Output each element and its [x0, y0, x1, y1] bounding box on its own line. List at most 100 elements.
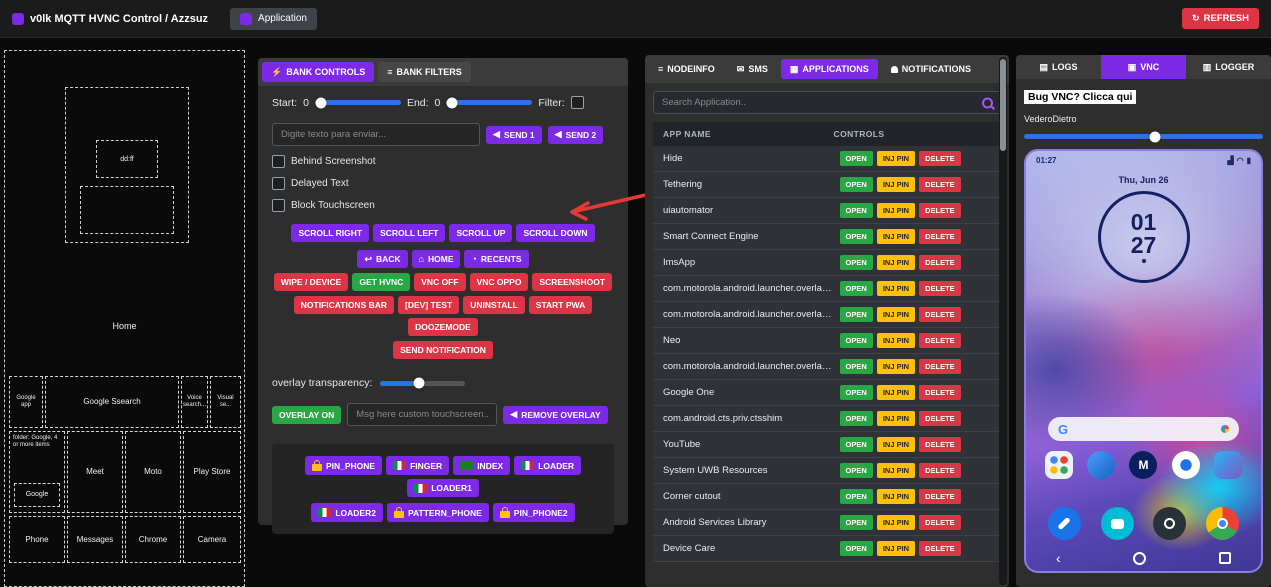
wf-sub-box[interactable]: [80, 186, 174, 234]
inj-pin-button[interactable]: INJ PIN: [876, 307, 916, 322]
vnc-off-button[interactable]: VNC OFF: [414, 273, 466, 291]
open-button[interactable]: OPEN: [839, 151, 873, 166]
wf-folder-inner-google[interactable]: Google: [14, 483, 60, 507]
delete-button[interactable]: DELETE: [919, 541, 961, 556]
search-icon[interactable]: [982, 97, 993, 108]
inj-pin-button[interactable]: INJ PIN: [876, 281, 916, 296]
inj-pin-button[interactable]: INJ PIN: [876, 489, 916, 504]
wf-app-moto[interactable]: Moto: [125, 431, 181, 513]
loader1-button[interactable]: LOADER1: [407, 479, 479, 497]
phone-google-search-pill[interactable]: G: [1048, 417, 1239, 441]
wf-clock-box[interactable]: dd:ff: [96, 140, 158, 178]
tab-bank-controls[interactable]: ⚡ BANK CONTROLS: [262, 62, 375, 82]
chrome-app-icon[interactable]: [1206, 507, 1240, 540]
delete-button[interactable]: DELETE: [919, 281, 961, 296]
delete-button[interactable]: DELETE: [919, 255, 961, 270]
scroll-up-button[interactable]: SCROLL UP: [449, 224, 513, 242]
tab-logger[interactable]: ▥ LOGGER: [1186, 55, 1271, 79]
delete-button[interactable]: DELETE: [919, 151, 961, 166]
open-button[interactable]: OPEN: [839, 515, 873, 530]
tab-sms[interactable]: ✉ SMS: [728, 59, 777, 79]
delete-button[interactable]: DELETE: [919, 203, 961, 218]
overlay-on-button[interactable]: OVERLAY ON: [272, 405, 342, 424]
screenshoot-button[interactable]: SCREENSHOOT: [532, 273, 613, 291]
tab-vnc[interactable]: ▣ VNC: [1101, 55, 1186, 79]
get-hvnc-button[interactable]: GET HVNC: [352, 273, 411, 291]
dev-test-button[interactable]: [DEV] TEST: [398, 296, 460, 314]
inj-pin-button[interactable]: INJ PIN: [876, 463, 916, 478]
open-button[interactable]: OPEN: [839, 411, 873, 426]
mic-icon[interactable]: [1221, 425, 1229, 433]
delete-button[interactable]: DELETE: [919, 307, 961, 322]
tab-notifications[interactable]: NOTIFICATIONS: [882, 59, 980, 79]
delete-button[interactable]: DELETE: [919, 333, 961, 348]
google-folder-icon[interactable]: [1045, 451, 1074, 479]
loader-button[interactable]: LOADER: [514, 456, 582, 475]
moto-app-icon[interactable]: M: [1129, 451, 1158, 479]
wf-google-search[interactable]: Google Ssearch: [45, 376, 179, 428]
open-button[interactable]: OPEN: [839, 203, 873, 218]
inj-pin-button[interactable]: INJ PIN: [876, 229, 916, 244]
phone-app-icon[interactable]: [1047, 507, 1081, 540]
open-button[interactable]: OPEN: [839, 463, 873, 478]
send-text-input[interactable]: [272, 123, 480, 146]
bug-vnc-link[interactable]: Bug VNC? Clicca qui: [1024, 90, 1137, 104]
open-button[interactable]: OPEN: [839, 437, 873, 452]
inj-pin-button[interactable]: INJ PIN: [876, 541, 916, 556]
inj-pin-button[interactable]: INJ PIN: [876, 203, 916, 218]
wf-visual-search[interactable]: Visual se...: [210, 376, 241, 428]
start-slider[interactable]: [314, 97, 401, 108]
delete-button[interactable]: DELETE: [919, 489, 961, 504]
index-button[interactable]: INDEX: [453, 456, 511, 475]
inj-pin-button[interactable]: INJ PIN: [876, 255, 916, 270]
filter-checkbox[interactable]: [570, 96, 584, 109]
open-button[interactable]: OPEN: [839, 281, 873, 296]
android-home-button[interactable]: [1133, 551, 1147, 565]
end-slider[interactable]: [446, 97, 533, 108]
remove-overlay-button[interactable]: ◀ REMOVE OVERLAY: [503, 405, 608, 424]
delete-button[interactable]: DELETE: [919, 229, 961, 244]
delete-button[interactable]: DELETE: [919, 177, 961, 192]
send2-button[interactable]: ◀ SEND 2: [547, 125, 604, 144]
behind-screenshot-checkbox[interactable]: [272, 155, 285, 168]
inj-pin-button[interactable]: INJ PIN: [876, 385, 916, 400]
block-touchscreen-checkbox[interactable]: [272, 199, 285, 212]
start-pwa-button[interactable]: START PWA: [528, 296, 593, 314]
apps-scrollbar[interactable]: [999, 57, 1007, 585]
wf-folder-google[interactable]: folder: Google, 4 or more items Google: [9, 431, 65, 513]
messages-app-icon[interactable]: [1100, 507, 1134, 540]
doozemode-button[interactable]: DOOZEMODE: [408, 318, 478, 336]
wf-google-app[interactable]: Google app: [9, 376, 43, 428]
wipe-device-button[interactable]: WIPE / DEVICE: [273, 273, 349, 291]
pin-phone-button[interactable]: PIN_PHONE: [304, 456, 383, 475]
wf-dock-phone[interactable]: Phone: [9, 516, 65, 563]
pattern-phone-button[interactable]: PATTERN_PHONE: [386, 503, 489, 522]
open-button[interactable]: OPEN: [839, 489, 873, 504]
white-app-icon[interactable]: [1171, 451, 1200, 479]
blue-app-icon[interactable]: [1087, 451, 1116, 479]
open-button[interactable]: OPEN: [839, 255, 873, 270]
camera-app-icon[interactable]: [1153, 507, 1187, 540]
tab-nodeinfo[interactable]: ≡ NODEINFO: [649, 59, 724, 79]
wf-dock-messages[interactable]: Messages: [67, 516, 123, 563]
send1-button[interactable]: ◀ SEND 1: [486, 125, 542, 144]
scroll-down-button[interactable]: SCROLL DOWN: [516, 224, 595, 242]
inj-pin-button[interactable]: INJ PIN: [876, 437, 916, 452]
inj-pin-button[interactable]: INJ PIN: [876, 515, 916, 530]
notifications-bar-button[interactable]: NOTIFICATIONS BAR: [293, 296, 395, 314]
wf-dock-chrome[interactable]: Chrome: [125, 516, 181, 563]
wf-app-play-store[interactable]: Play Store: [183, 431, 241, 513]
apps-scrollbar-thumb[interactable]: [1000, 59, 1006, 151]
inj-pin-button[interactable]: INJ PIN: [876, 151, 916, 166]
finger-button[interactable]: FINGER: [386, 456, 450, 475]
pin-phone2-button[interactable]: PIN_PHONE2: [492, 503, 575, 522]
home-button[interactable]: ⌂ HOME: [411, 250, 461, 268]
square-app-icon[interactable]: [1213, 451, 1242, 479]
vnc-quality-slider[interactable]: [1024, 131, 1263, 142]
application-button[interactable]: Application: [230, 7, 317, 30]
phone-clock-widget[interactable]: 01 27: [1097, 191, 1190, 283]
send-notification-button[interactable]: SEND NOTIFICATION: [393, 341, 493, 359]
open-button[interactable]: OPEN: [839, 229, 873, 244]
delete-button[interactable]: DELETE: [919, 385, 961, 400]
scroll-left-button[interactable]: SCROLL LEFT: [373, 224, 446, 242]
